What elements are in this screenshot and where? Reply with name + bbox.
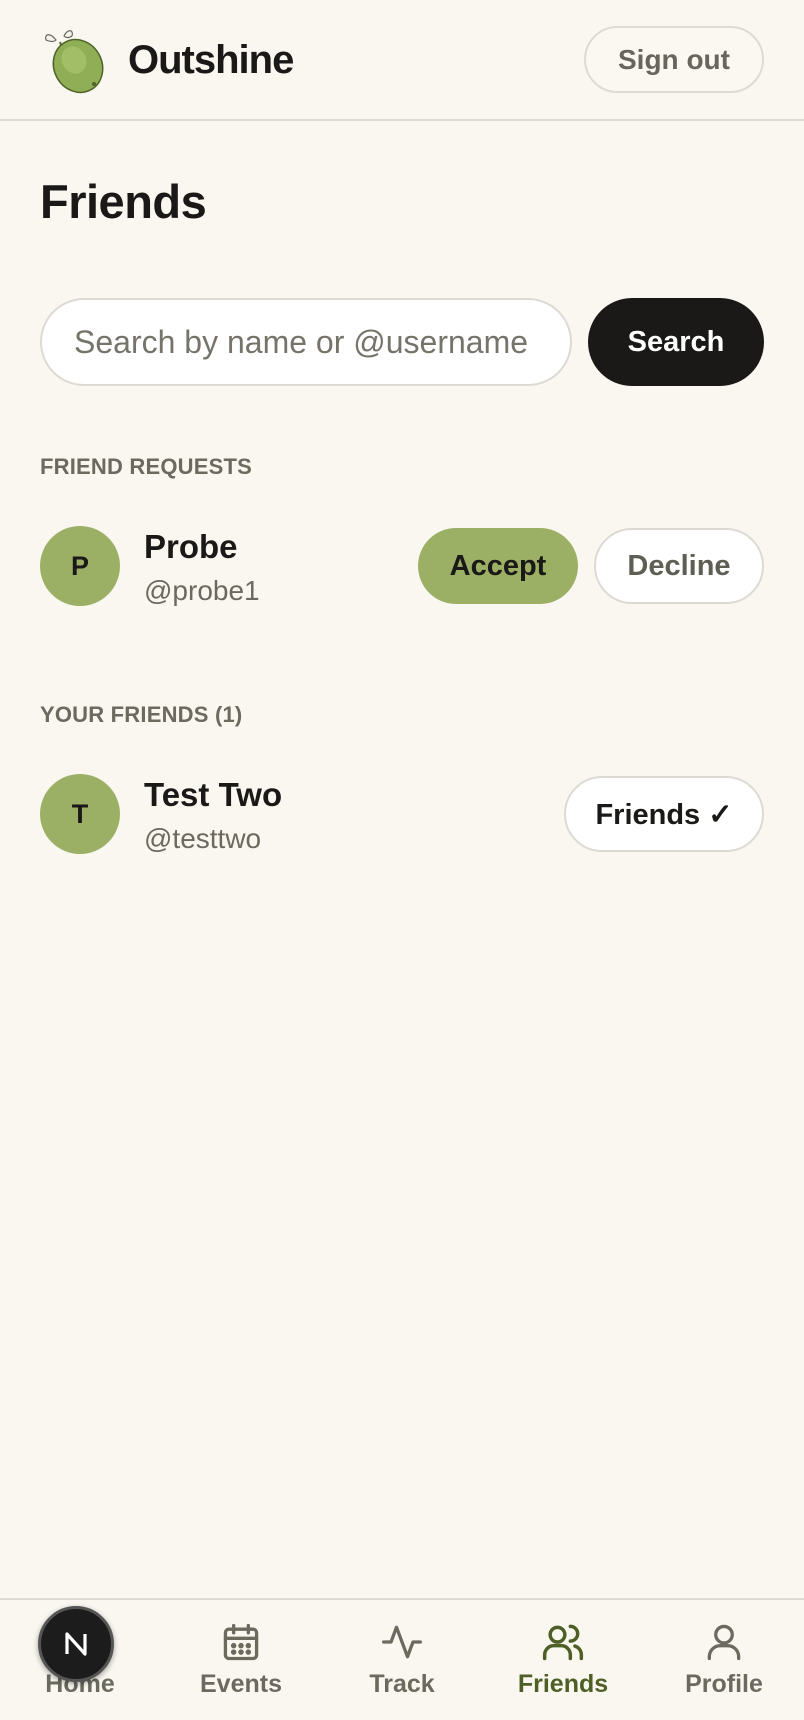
request-handle: @probe1 <box>144 575 260 606</box>
request-name: Probe <box>144 528 238 565</box>
activity-icon <box>382 1625 422 1659</box>
your-friends-heading: YOUR FRIENDS (1) <box>40 702 243 727</box>
search-button[interactable]: Search <box>588 298 764 386</box>
search-input[interactable] <box>40 298 572 386</box>
bottom-nav: Home Events Track Friends Profile <box>0 1598 804 1720</box>
friend-name: Test Two <box>144 776 283 813</box>
lime-fruit-icon <box>45 30 104 94</box>
user-icon <box>707 1624 741 1661</box>
avatar: P <box>40 526 120 606</box>
friends-status-button[interactable]: Friends ✓ <box>564 776 764 852</box>
n-logo-icon <box>65 1632 87 1656</box>
app-header: Outshine Sign out <box>0 0 804 121</box>
nav-track[interactable]: Track <box>322 1600 482 1720</box>
nav-label: Friends <box>517 1670 609 1698</box>
nav-events[interactable]: Events <box>161 1600 321 1720</box>
nav-friends[interactable]: Friends <box>483 1600 643 1720</box>
nav-label: Profile <box>685 1670 763 1698</box>
dev-tools-badge[interactable] <box>38 1606 114 1682</box>
accept-button[interactable]: Accept <box>418 528 578 604</box>
friend-handle: @testtwo <box>144 823 262 854</box>
nav-label: Track <box>369 1670 435 1698</box>
users-icon <box>542 1624 584 1661</box>
nav-profile[interactable]: Profile <box>644 1600 804 1720</box>
friend-requests-heading: FRIEND REQUESTS <box>40 454 253 479</box>
page-title: Friends <box>40 175 207 228</box>
sign-out-button[interactable]: Sign out <box>584 26 764 93</box>
friends-page: Outshine Sign out Friends Search FRIEND … <box>0 0 804 1720</box>
avatar: T <box>40 774 120 854</box>
calendar-icon <box>223 1623 259 1661</box>
decline-button[interactable]: Decline <box>594 528 764 604</box>
nav-label: Events <box>200 1670 282 1698</box>
brand-name: Outshine <box>128 38 294 82</box>
